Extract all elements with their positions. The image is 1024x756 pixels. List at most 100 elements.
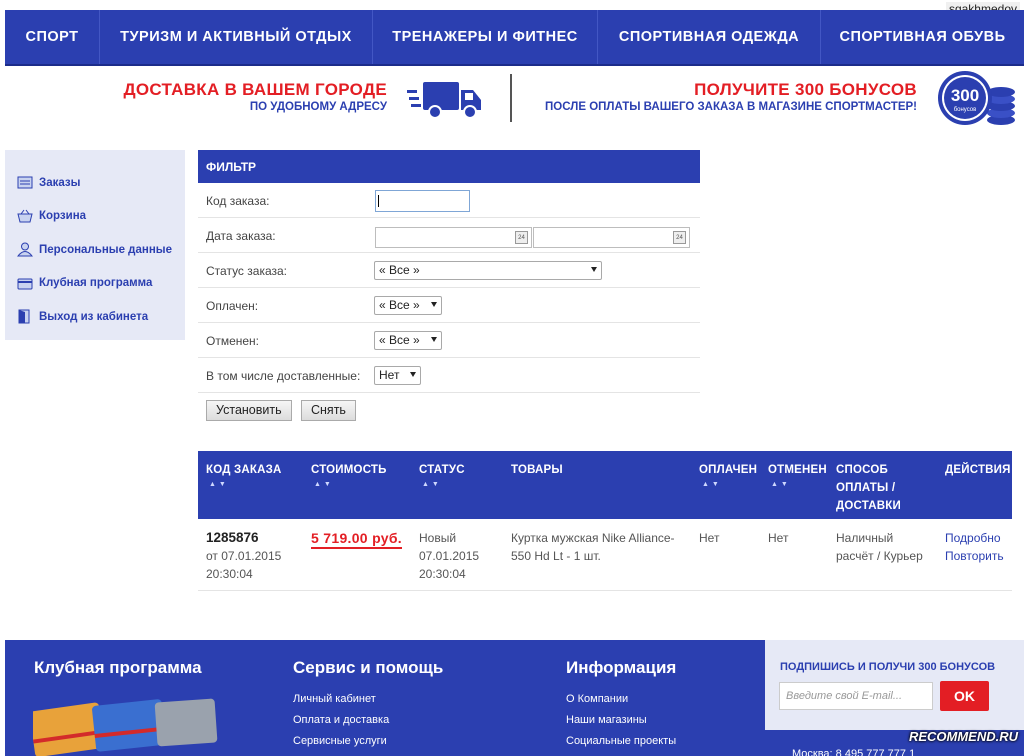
cancelled-label: Отменен: bbox=[206, 334, 260, 348]
nav-item-sport[interactable]: СПОРТ bbox=[5, 10, 100, 64]
footer-service-title[interactable]: Сервис и помощь bbox=[293, 658, 443, 678]
filter-row-delivered: В том числе доставленные: Нет bbox=[198, 358, 700, 393]
footer-link[interactable]: Личный кабинет bbox=[293, 693, 389, 714]
promo-divider bbox=[510, 74, 512, 122]
sidebar-item-club-program[interactable]: Клубная программа bbox=[5, 267, 185, 301]
filter-row-status: Статус заказа: « Все » bbox=[198, 253, 700, 288]
column-header-goods: ТОВАРЫ bbox=[511, 464, 563, 476]
paid-selected-value: « Все » bbox=[379, 298, 420, 312]
sort-arrows-icon[interactable]: ▲▼ bbox=[702, 481, 722, 488]
delivery-promo-subtitle: ПО УДОБНОМУ АДРЕСУ bbox=[249, 101, 387, 113]
order-code-cell: 1285876 от 07.01.2015 20:30:04 bbox=[206, 529, 281, 583]
cancelled-select[interactable]: « Все » bbox=[374, 331, 442, 350]
sidebar-item-label: Заказы bbox=[39, 176, 81, 189]
paid-label: Оплачен: bbox=[206, 299, 259, 313]
order-cancelled-cell: Нет bbox=[768, 531, 789, 545]
coin-number: 300 bbox=[951, 86, 979, 105]
nav-item-sportswear[interactable]: СПОРТИВНАЯ ОДЕЖДА bbox=[598, 10, 821, 64]
sidebar-item-personal-data[interactable]: Персональные данные bbox=[5, 233, 185, 267]
order-goods-cell: Куртка мужская Nike Alliance- 550 Hd Lt … bbox=[511, 529, 675, 565]
calendar-icon[interactable]: 24 bbox=[673, 231, 686, 244]
footer-link[interactable]: Наши магазины bbox=[566, 714, 676, 735]
orders-table: КОД ЗАКАЗА ▲▼ СТОИМОСТЬ ▲▼ СТАТУС ▲▼ ТОВ… bbox=[198, 451, 1012, 591]
footer-link[interactable]: О Компании bbox=[566, 693, 676, 714]
method-header-line: ДОСТАВКИ bbox=[836, 500, 901, 512]
date-from-input[interactable]: 24 bbox=[375, 227, 532, 248]
order-actions-cell: Подробно Повторить bbox=[945, 529, 1004, 565]
sort-arrows-icon[interactable]: ▲▼ bbox=[209, 481, 229, 488]
sidebar-item-orders[interactable]: Заказы bbox=[5, 166, 185, 200]
email-input[interactable]: Введите свой E-mail... bbox=[779, 682, 933, 710]
order-price: 5 719.00 руб. bbox=[311, 530, 402, 549]
nav-item-footwear[interactable]: СПОРТИВНАЯ ОБУВЬ bbox=[821, 10, 1024, 64]
subscribe-ok-button[interactable]: OK bbox=[940, 681, 989, 711]
footer-info-links: О Компании Наши магазины Социальные прое… bbox=[566, 693, 676, 756]
promo-banner[interactable]: ДОСТАВКА В ВАШЕМ ГОРОДЕ ПО УДОБНОМУ АДРЕ… bbox=[5, 68, 1024, 132]
sidebar-item-label: Клубная программа bbox=[39, 277, 153, 290]
sort-arrows-icon[interactable]: ▲▼ bbox=[771, 481, 791, 488]
bonus-promo-subtitle: ПОСЛЕ ОПЛАТЫ ВАШЕГО ЗАКАЗА В МАГАЗИНЕ СП… bbox=[545, 101, 917, 113]
sort-arrows-icon[interactable]: ▲▼ bbox=[314, 481, 334, 488]
order-details-link[interactable]: Подробно bbox=[945, 529, 1004, 547]
reset-filter-button[interactable]: Снять bbox=[301, 400, 356, 421]
order-status-date: 07.01.2015 bbox=[419, 549, 480, 563]
method-line: Наличный bbox=[836, 531, 894, 545]
filter-row-paid: Оплачен: « Все » bbox=[198, 288, 700, 323]
apply-filter-button[interactable]: Установить bbox=[206, 400, 292, 421]
column-header-actions: ДЕЙСТВИЯ bbox=[945, 464, 1011, 476]
recommend-watermark: RECOMMEND.RU bbox=[908, 729, 1018, 744]
goods-line: 550 Hd Lt - 1 шт. bbox=[511, 549, 601, 563]
footer: Клубная программа Сервис и помощь Личный… bbox=[5, 640, 1024, 756]
sort-arrows-icon[interactable]: ▲▼ bbox=[422, 481, 442, 488]
sidebar-item-logout[interactable]: Выход из кабинета bbox=[5, 300, 185, 334]
date-to-input[interactable]: 24 bbox=[533, 227, 690, 248]
paid-select[interactable]: « Все » bbox=[374, 296, 442, 315]
order-code-label: Код заказа: bbox=[206, 194, 270, 208]
footer-link[interactable]: Социальные проекты bbox=[566, 735, 676, 756]
delivery-promo: ДОСТАВКА В ВАШЕМ ГОРОДЕ ПО УДОБНОМУ АДРЕ… bbox=[5, 80, 387, 113]
column-header-cost[interactable]: СТОИМОСТЬ bbox=[311, 461, 387, 479]
order-paid-cell: Нет bbox=[699, 531, 720, 545]
coin-word: бонусов bbox=[954, 107, 977, 113]
status-select[interactable]: « Все » bbox=[374, 261, 602, 280]
footer-info-title[interactable]: Информация bbox=[566, 658, 676, 678]
chevron-down-icon bbox=[410, 372, 416, 377]
footer-service-links: Личный кабинет Оплата и доставка Сервисн… bbox=[293, 693, 389, 756]
sidebar-item-label: Персональные данные bbox=[39, 243, 172, 256]
sidebar-item-basket[interactable]: Корзина bbox=[5, 200, 185, 234]
nav-item-fitness[interactable]: ТРЕНАЖЕРЫ И ФИТНЕС bbox=[373, 10, 598, 64]
orders-icon bbox=[17, 176, 33, 189]
order-code-input[interactable] bbox=[375, 190, 470, 212]
filter-row-order-date: Дата заказа: 24 24 bbox=[198, 218, 700, 253]
order-status-time: 20:30:04 bbox=[419, 567, 466, 581]
column-header-code[interactable]: КОД ЗАКАЗА bbox=[206, 461, 282, 479]
delivery-truck-icon bbox=[407, 82, 481, 119]
filter-row-cancelled: Отменен: « Все » bbox=[198, 323, 700, 358]
footer-link[interactable]: Сервисные услуги bbox=[293, 735, 389, 756]
basket-icon bbox=[17, 209, 33, 223]
bonus-promo: ПОЛУЧИТЕ 300 БОНУСОВ ПОСЛЕ ОПЛАТЫ ВАШЕГО… bbox=[520, 80, 917, 113]
nav-item-tourism[interactable]: ТУРИЗМ И АКТИВНЫЙ ОТДЫХ bbox=[100, 10, 373, 64]
delivered-select[interactable]: Нет bbox=[374, 366, 421, 385]
calendar-icon[interactable]: 24 bbox=[515, 231, 528, 244]
subscribe-box: ПОДПИШИСЬ И ПОЛУЧИ 300 БОНУСОВ Введите с… bbox=[765, 640, 1024, 730]
text-cursor bbox=[378, 195, 379, 207]
footer-link[interactable]: Оплата и доставка bbox=[293, 714, 389, 735]
status-selected-value: « Все » bbox=[379, 263, 420, 277]
sidebar-item-label: Выход из кабинета bbox=[39, 310, 149, 323]
order-date-label: Дата заказа: bbox=[206, 229, 276, 243]
order-repeat-link[interactable]: Повторить bbox=[945, 547, 1004, 565]
status-label: Статус заказа: bbox=[206, 264, 288, 278]
club-cards-image bbox=[33, 698, 218, 756]
goods-line: Куртка мужская Nike Alliance- bbox=[511, 531, 675, 545]
delivery-promo-title: ДОСТАВКА В ВАШЕМ ГОРОДЕ bbox=[123, 80, 387, 99]
column-header-status[interactable]: СТАТУС bbox=[419, 461, 465, 479]
exit-door-icon bbox=[18, 309, 30, 324]
footer-club-title[interactable]: Клубная программа bbox=[34, 658, 202, 678]
delivered-label: В том числе доставленные: bbox=[206, 369, 361, 383]
column-header-cancelled[interactable]: ОТМЕНЕН bbox=[768, 461, 827, 479]
order-filter-panel: ФИЛЬТР Код заказа: Дата заказа: 24 24 Ст… bbox=[198, 150, 700, 435]
order-cost-cell: 5 719.00 руб. bbox=[311, 529, 402, 549]
column-header-paid[interactable]: ОПЛАЧЕН bbox=[699, 461, 757, 479]
order-time: 20:30:04 bbox=[206, 567, 253, 581]
